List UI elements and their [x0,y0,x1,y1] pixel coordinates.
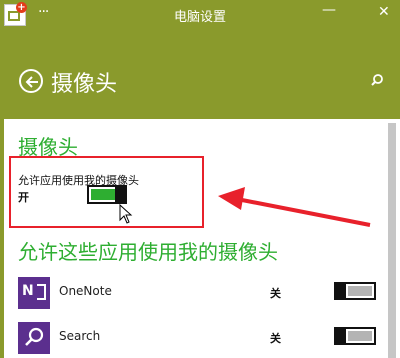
search-icon [25,327,44,346]
toggle-knob [336,329,346,343]
toggle-fill [348,286,372,296]
app-state: 关 [270,332,281,345]
app-name: OneNote [59,284,112,298]
mouse-cursor-icon [119,204,133,224]
onenote-camera-toggle[interactable] [334,282,376,300]
toggle-fill [348,331,372,341]
app-name: Search [59,329,101,343]
search-app-icon [18,322,50,354]
apps-section-title: 允许这些应用使用我的摄像头 [18,240,278,264]
app-row-onenote: N OneNote 关 [0,277,388,313]
toggle-knob [336,284,346,298]
onenote-icon: N [18,277,50,309]
app-state: 关 [270,287,281,300]
app-row-search: Search 关 [0,322,388,358]
search-camera-toggle[interactable] [334,327,376,345]
